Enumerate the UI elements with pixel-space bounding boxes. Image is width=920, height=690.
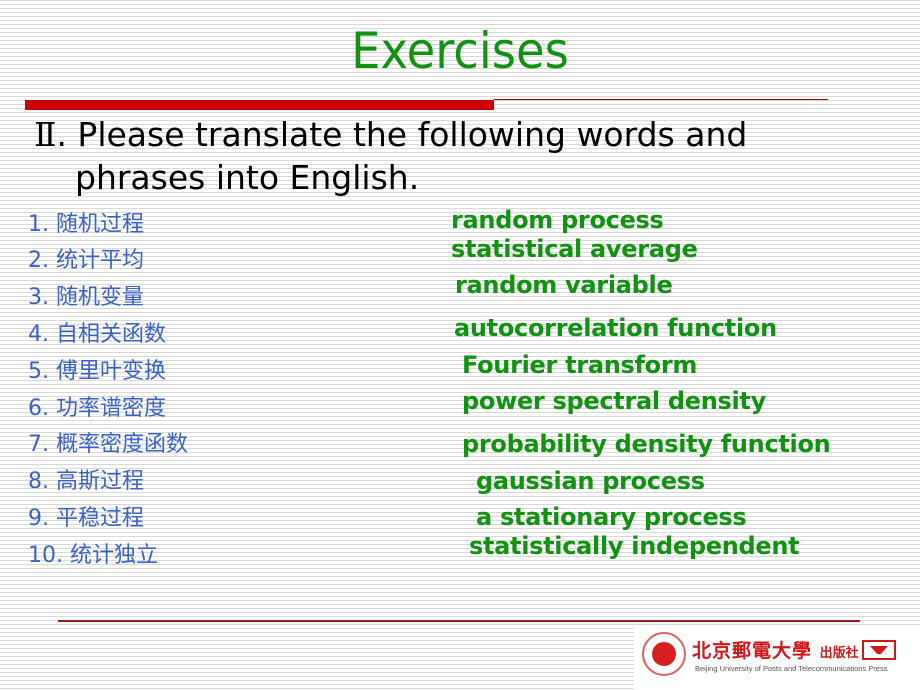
- chinese-term-8: 8. 高斯过程: [28, 469, 144, 494]
- english-term-4: autocorrelation function: [454, 314, 777, 342]
- english-term-2: statistical average: [451, 235, 698, 263]
- instruction-line-2: phrases into English.: [75, 158, 420, 197]
- publisher-name-cn-suffix: 出版社: [819, 646, 859, 661]
- chinese-term-6: 6. 功率谱密度: [28, 396, 166, 421]
- publisher-name-en: Beijing University of Posts and Telecomm…: [695, 664, 888, 673]
- university-emblem-icon: [642, 632, 686, 676]
- chinese-term-2: 2. 统计平均: [28, 248, 144, 273]
- title-underline-rule: [494, 99, 828, 100]
- english-term-5: Fourier transform: [462, 351, 698, 379]
- slide-title: Exercises: [351, 22, 569, 80]
- press-mark-icon: [862, 640, 896, 660]
- publisher-name-cn: 北京郵電大學 出版社: [692, 636, 859, 663]
- english-term-8: gaussian process: [476, 467, 705, 495]
- chinese-term-4: 4. 自相关函数: [28, 322, 166, 347]
- chinese-term-1: 1. 随机过程: [28, 212, 144, 237]
- footer-divider: [58, 620, 860, 622]
- english-term-7: probability density function: [462, 430, 831, 458]
- english-term-3: random variable: [455, 271, 673, 299]
- instruction-line-1: . Please translate the following words a…: [56, 115, 748, 154]
- english-term-9: a stationary process: [476, 503, 747, 531]
- chinese-term-5: 5. 傅里叶变换: [28, 359, 166, 384]
- english-term-10: statistically independent: [469, 532, 800, 560]
- chinese-term-3: 3. 随机变量: [28, 285, 144, 310]
- chinese-term-10: 10. 统计独立: [28, 543, 158, 568]
- chinese-term-9: 9. 平稳过程: [28, 506, 144, 531]
- english-term-6: power spectral density: [462, 387, 766, 415]
- instruction-text: Ⅱ. Please translate the following words …: [34, 113, 747, 199]
- title-underline-bar: [25, 100, 494, 110]
- english-term-1: random process: [451, 206, 664, 234]
- chinese-term-7: 7. 概率密度函数: [28, 432, 188, 457]
- publisher-name-cn-main: 北京郵電大學: [692, 640, 813, 662]
- roman-numeral: Ⅱ: [34, 115, 57, 154]
